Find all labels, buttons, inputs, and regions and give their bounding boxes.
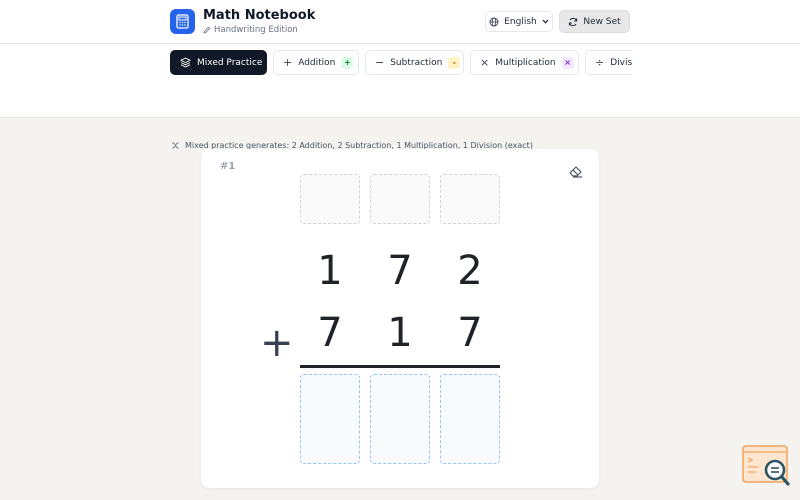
- subtraction-badge: -: [448, 56, 461, 69]
- layers-icon: [180, 57, 191, 68]
- bottom-digit: 7: [457, 310, 483, 356]
- calculator-logo-icon: [170, 9, 195, 34]
- times-icon: ×: [480, 56, 490, 69]
- carry-box[interactable]: [370, 174, 430, 224]
- new-set-button[interactable]: New Set: [559, 10, 630, 33]
- problem-number: #1: [220, 161, 236, 172]
- operation-tabs: Mixed Practice + Addition + − Subtractio…: [170, 50, 632, 78]
- language-label: English: [504, 16, 537, 27]
- tab-division[interactable]: ÷ Divis: [585, 50, 632, 75]
- plus-icon: +: [283, 56, 293, 69]
- tab-mixed-practice[interactable]: Mixed Practice: [170, 50, 267, 75]
- tab-label: Divis: [610, 57, 632, 68]
- eraser-icon[interactable]: [568, 163, 584, 179]
- operator-sign: +: [260, 320, 294, 366]
- top-digit: 2: [457, 248, 483, 294]
- operation-tabs-area: Mixed Practice + Addition + − Subtractio…: [0, 44, 800, 150]
- shuffle-icon: [172, 142, 179, 149]
- answer-box[interactable]: [440, 374, 500, 464]
- pencil-icon: [203, 26, 211, 34]
- app-header: Math Notebook Handwriting Edition Englis…: [0, 0, 800, 44]
- answer-box[interactable]: [300, 374, 360, 464]
- bottom-digit: 1: [387, 310, 413, 356]
- carry-box[interactable]: [300, 174, 360, 224]
- sum-line: [300, 365, 500, 368]
- tab-label: Mixed Practice: [197, 57, 263, 68]
- app-title: Math Notebook: [203, 8, 316, 23]
- addition-badge: +: [341, 56, 354, 69]
- multiplication-badge: ×: [561, 56, 574, 69]
- search-widget-icon[interactable]: [742, 445, 790, 487]
- app-subtitle-text: Handwriting Edition: [214, 25, 298, 35]
- top-digit: 7: [387, 248, 413, 294]
- minus-icon: −: [375, 56, 385, 69]
- refresh-icon: [569, 17, 578, 26]
- tab-addition[interactable]: + Addition +: [273, 50, 359, 75]
- carry-box[interactable]: [440, 174, 500, 224]
- divide-icon: ÷: [595, 56, 605, 69]
- app-subtitle: Handwriting Edition: [203, 25, 298, 35]
- tab-multiplication[interactable]: × Multiplication ×: [470, 50, 579, 75]
- globe-icon: [489, 17, 499, 26]
- tab-label: Subtraction: [390, 57, 443, 68]
- top-digit: 1: [317, 248, 343, 294]
- answer-box[interactable]: [370, 374, 430, 464]
- language-selector[interactable]: English: [485, 11, 553, 32]
- tab-subtraction[interactable]: − Subtraction -: [365, 50, 464, 75]
- problem-card: #1 1 7 2 + 7 1 7: [201, 149, 599, 488]
- bottom-digit: 7: [317, 310, 343, 356]
- chevron-down-icon: [542, 19, 549, 24]
- tab-label: Addition: [298, 57, 336, 68]
- tab-label: Multiplication: [495, 57, 556, 68]
- new-set-label: New Set: [583, 16, 621, 27]
